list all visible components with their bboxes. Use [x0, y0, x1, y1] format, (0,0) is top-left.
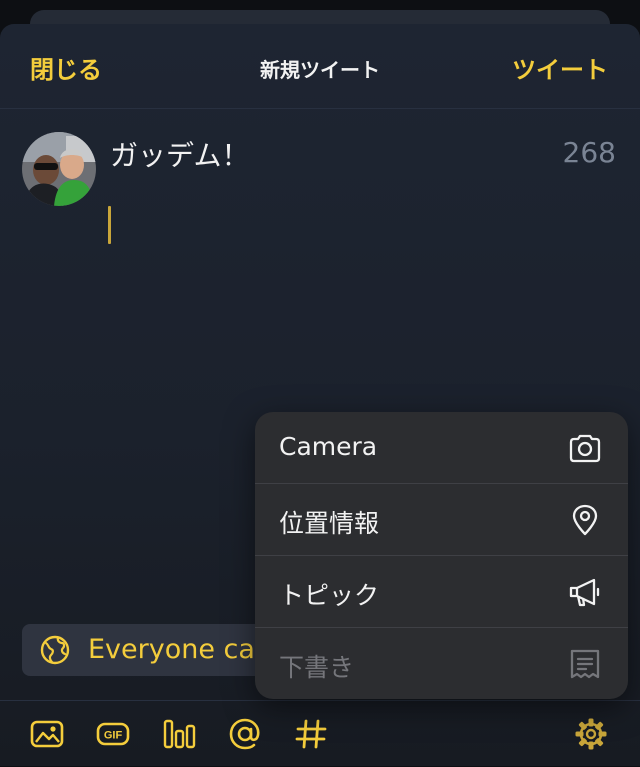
menu-item-drafts: 下書き [255, 628, 628, 699]
menu-item-location[interactable]: 位置情報 [255, 484, 628, 556]
character-counter: 268 [562, 136, 616, 169]
menu-item-label: トピック [279, 581, 380, 610]
menu-item-camera[interactable]: Camera [255, 412, 628, 484]
settings-icon[interactable] [574, 717, 608, 751]
gif-icon[interactable]: GIF [96, 717, 130, 751]
menu-item-label: Camera [279, 432, 378, 461]
globe-icon [40, 635, 70, 665]
menu-item-label: 下書き [279, 653, 355, 682]
location-pin-icon [572, 504, 598, 536]
drafts-icon [570, 649, 600, 679]
hashtag-icon[interactable] [294, 717, 328, 751]
attachment-menu: Camera 位置情報 トピック 下書き [255, 412, 628, 699]
megaphone-icon [569, 578, 600, 607]
tweet-text[interactable]: ガッデム！ [110, 134, 249, 174]
svg-text:GIF: GIF [104, 730, 123, 742]
text-cursor [108, 206, 111, 244]
menu-item-label: 位置情報 [279, 509, 380, 538]
poll-icon[interactable] [162, 717, 196, 751]
tweet-button[interactable]: ツイート [512, 50, 608, 85]
navigation-bar: 閉じる 新規ツイート ツイート [0, 24, 640, 109]
menu-item-topics[interactable]: トピック [255, 556, 628, 628]
camera-icon [569, 434, 601, 463]
mention-icon[interactable] [228, 717, 262, 751]
avatar[interactable] [22, 132, 96, 206]
reply-audience-label: Everyone ca [88, 634, 255, 665]
image-icon[interactable] [30, 717, 64, 751]
compose-toolbar: GIF [0, 700, 640, 767]
